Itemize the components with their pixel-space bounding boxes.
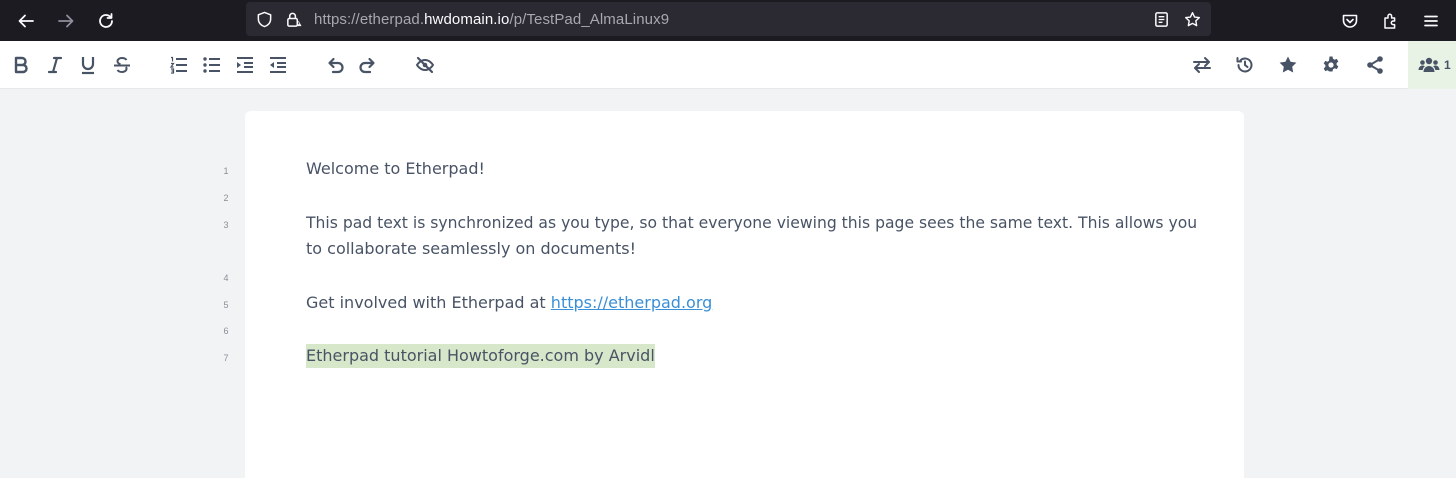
undo-button[interactable] <box>323 53 347 77</box>
outdent-button[interactable] <box>266 53 290 77</box>
hamburger-menu-icon <box>1424 15 1438 27</box>
italic-button[interactable] <box>43 53 67 77</box>
arrow-left-icon <box>18 14 34 28</box>
bold-icon <box>14 56 28 74</box>
line-number: 7 <box>223 353 229 363</box>
timeslider-button[interactable] <box>1233 53 1257 77</box>
reader-view-icon[interactable] <box>1152 10 1170 28</box>
share-button[interactable] <box>1363 53 1387 77</box>
redo-button[interactable] <box>356 53 380 77</box>
save-revision-button[interactable] <box>1276 53 1300 77</box>
back-button[interactable] <box>13 8 39 34</box>
line-number: 4 <box>223 273 229 283</box>
ordered-list-button[interactable] <box>167 53 191 77</box>
strikethrough-icon <box>114 56 130 74</box>
line-number: 1 <box>223 166 229 176</box>
browser-toolbar: https://etherpad.hwdomain.io/p/TestPad_A… <box>0 0 1456 41</box>
extensions-button[interactable] <box>1378 8 1404 34</box>
users-icon <box>1418 57 1440 72</box>
undo-icon <box>328 57 344 74</box>
bookmark-star-icon[interactable] <box>1183 10 1201 28</box>
outdent-icon <box>270 57 286 73</box>
star-icon <box>1279 56 1297 73</box>
arrow-right-icon <box>58 14 74 28</box>
import-export-button[interactable] <box>1190 53 1214 77</box>
underline-button[interactable] <box>76 53 100 77</box>
editor-line-5[interactable]: Get involved with Etherpad at https://et… <box>306 291 712 315</box>
url-text[interactable]: https://etherpad.hwdomain.io/p/TestPad_A… <box>314 11 669 28</box>
indent-button[interactable] <box>233 53 257 77</box>
etherpad-link[interactable]: https://etherpad.org <box>551 293 712 312</box>
editor-line-7[interactable]: Etherpad tutorial Howtoforge.com by Arvi… <box>306 344 655 368</box>
reload-button[interactable] <box>93 8 119 34</box>
indent-icon <box>237 57 253 73</box>
url-bar[interactable]: https://etherpad.hwdomain.io/p/TestPad_A… <box>246 2 1211 36</box>
reload-icon <box>99 13 113 28</box>
line-number: 6 <box>223 326 229 336</box>
gear-icon <box>1323 56 1339 72</box>
editor-toolbar: 1 <box>0 41 1456 89</box>
pocket-icon <box>1342 14 1358 28</box>
share-icon <box>1367 56 1383 74</box>
strikethrough-button[interactable] <box>110 53 134 77</box>
swap-arrows-icon <box>1193 57 1211 73</box>
puzzle-icon <box>1384 13 1396 29</box>
shield-icon[interactable] <box>255 10 273 28</box>
redo-icon <box>359 57 375 74</box>
line-number: 3 <box>223 220 229 230</box>
underline-icon <box>81 57 95 75</box>
lock-warning-icon[interactable] <box>284 10 302 28</box>
author-highlighted-text: Etherpad tutorial Howtoforge.com by Arvi… <box>306 344 655 368</box>
app-menu-button[interactable] <box>1418 8 1444 34</box>
bold-button[interactable] <box>9 53 33 77</box>
users-button[interactable]: 1 <box>1408 41 1456 89</box>
editor-line-1[interactable]: Welcome to Etherpad! <box>306 157 485 181</box>
editor-line-3a[interactable]: This pad text is synchronized as you typ… <box>306 211 1197 235</box>
history-icon <box>1236 57 1253 73</box>
editor-line-3b[interactable]: to collaborate seamlessly on documents! <box>306 237 636 261</box>
line-number: 5 <box>223 300 229 310</box>
unordered-list-button[interactable] <box>200 53 224 77</box>
line-number: 2 <box>223 193 229 203</box>
settings-button[interactable] <box>1319 53 1343 77</box>
ordered-list-icon <box>169 56 187 74</box>
users-count: 1 <box>1444 58 1451 72</box>
italic-icon <box>47 56 63 74</box>
pocket-button[interactable] <box>1337 8 1363 34</box>
clear-authorship-button[interactable] <box>413 53 437 77</box>
editor-line-5-text: Get involved with Etherpad at <box>306 293 551 312</box>
eye-slash-icon <box>415 56 435 74</box>
forward-button[interactable] <box>53 8 79 34</box>
unordered-list-icon <box>203 57 220 73</box>
